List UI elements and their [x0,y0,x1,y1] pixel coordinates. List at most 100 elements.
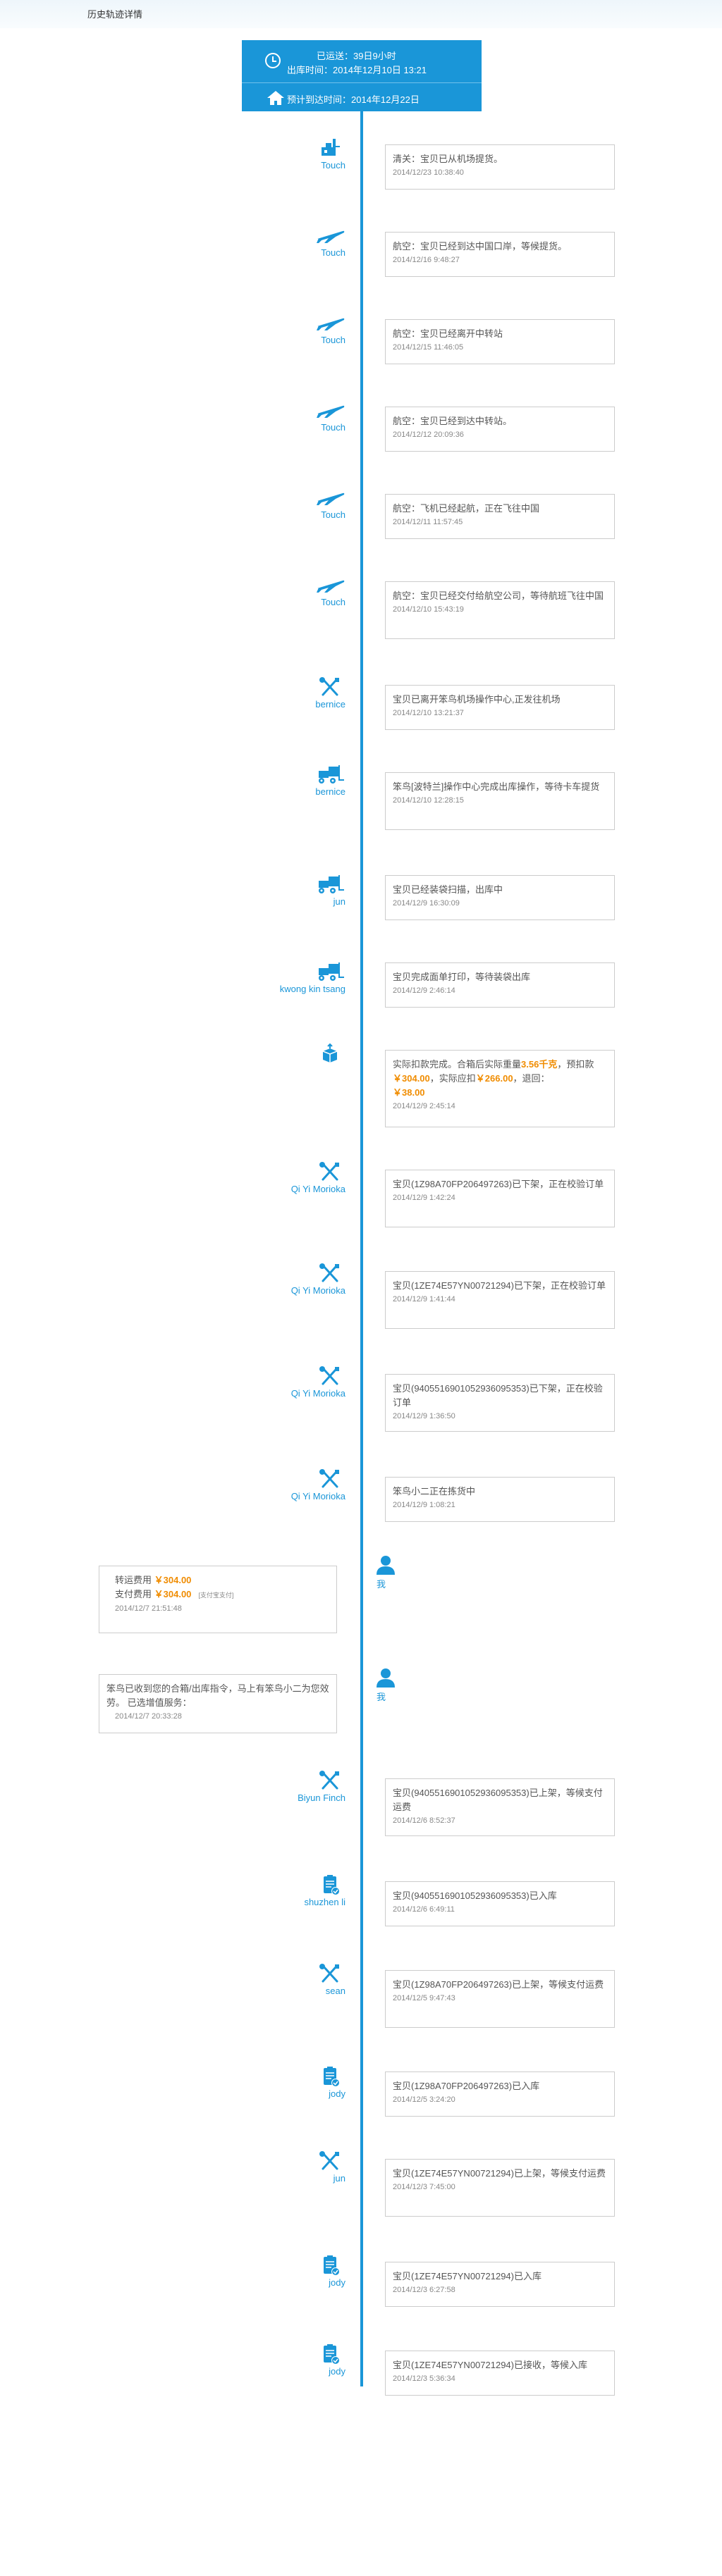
event-operator: Touch [321,247,345,258]
tools-icon [314,1366,345,1387]
clock-icon [265,53,281,68]
event-time: 2014/12/3 5:36:34 [393,2374,455,2383]
clipboard-check-icon [314,2343,345,2365]
event-time: 2014/12/10 13:21:37 [393,709,464,717]
forklift-icon [314,961,345,982]
event-text: 宝贝(1ZE74E57YN00721294)已入库 [393,2271,542,2281]
event-operator: kwong kin tsang [279,984,345,994]
event-text: 航空：飞机已经起航，正在飞往中国 [393,503,540,514]
event-text: 航空：宝贝已经到达中转站。 [393,416,513,426]
event-card: 宝贝(9405516901052936095353)已入库 2014/12/6 6… [385,1881,615,1926]
event-operator: Touch [321,335,345,345]
event-operator: jody [329,2088,345,2099]
event-text: 实际扣款完成。合箱后实际重量3.56千克，预扣款 ￥304.00，实际应扣￥266… [393,1058,607,1100]
clipboard-check-icon [314,1874,345,1895]
event-time: 2014/12/11 11:57:45 [393,518,463,526]
event-text: 笨鸟小二正在拣货中 [393,1486,476,1497]
event-card: 航空：宝贝已经离开中转站 2014/12/15 11:46:05 [385,319,615,364]
event-operator: sean [325,1986,345,1996]
user-icon [375,1554,406,1575]
event-card: 航空：宝贝已经交付给航空公司，等待航班飞往中国 2014/12/10 15:43:… [385,581,615,639]
event-operator: bernice [315,786,345,797]
shipment-summary: 已运送：39日9小时 出库时间：2014年12月10日 13:21 预计到达时间… [242,40,482,111]
event-time: 2014/12/9 2:45:14 [393,1102,455,1110]
event-operator: Touch [321,597,345,607]
event-card: 笨鸟[波特兰]操作中心完成出库操作，等待卡车提货 2014/12/10 12:28… [385,772,615,830]
event-card: 宝贝(1Z98A70FP206497263)已上架，等候支付运费 2014/12/… [385,1970,615,2028]
shipped-duration: 已运送：39日9小时 [317,51,396,61]
tools-icon [314,1963,345,1984]
event-operator: Touch [321,160,345,171]
event-card: 宝贝(1ZE74E57YN00721294)已上架，等候支付运费 2014/12/… [385,2159,615,2217]
customs-stamp-icon [314,137,345,159]
tools-icon [314,2150,345,2172]
event-text: 笨鸟[波特兰]操作中心完成出库操作，等待卡车提货 [393,781,600,792]
payment-method-note: [支付宝支付] [198,1592,234,1599]
event-time: 2014/12/5 9:47:43 [393,1994,455,2002]
event-card: 宝贝(9405516901052936095353)已上架，等候支付运费 2014… [385,1778,615,1836]
event-card: 宝贝完成面单打印，等待装袋出库 2014/12/9 2:46:14 [385,962,615,1008]
event-text: 宝贝(9405516901052936095353)已上架，等候支付运费 [393,1788,603,1812]
event-operator: Qi Yi Morioka [290,1491,345,1501]
event-time: 2014/12/9 1:36:50 [393,1412,455,1420]
event-time: 2014/12/10 15:43:19 [393,605,464,614]
event-operator: 我 [377,1579,386,1590]
tools-icon [314,676,345,698]
page-title: 历史轨迹详情 [87,9,143,20]
event-card: 宝贝(9405516901052936095353)已下架，正在校验订单 2014… [385,1374,615,1432]
payment-fee-row: 支付费用 ￥304.00 [支付宝支付] [106,1587,329,1602]
event-operator: bernice [315,699,345,710]
refund-amount: ￥38.00 [393,1087,425,1098]
event-time: 2014/12/9 1:08:21 [393,1501,455,1509]
event-text: 宝贝(1Z98A70FP206497263)已上架，等候支付运费 [393,1979,604,1990]
event-time: 2014/12/6 6:49:11 [393,1905,455,1914]
event-text: 宝贝(1ZE74E57YN00721294)已下架，正在校验订单 [393,1280,606,1291]
clipboard-check-icon [314,2066,345,2087]
airplane-icon [314,574,345,595]
event-card: 实际扣款完成。合箱后实际重量3.56千克，预扣款 ￥304.00，实际应扣￥266… [385,1050,615,1127]
event-time: 2014/12/12 20:09:36 [393,431,464,439]
event-time: 2014/12/16 9:48:27 [393,256,460,264]
event-text: 宝贝(1Z98A70FP206497263)已下架，正在校验订单 [393,1179,604,1189]
prepaid-amount: ￥304.00 [393,1073,430,1084]
event-time: 2014/12/9 1:42:24 [393,1194,455,1202]
home-icon [267,91,284,105]
event-text: 宝贝完成面单打印，等待装袋出库 [393,972,531,982]
shipping-fee-value: ￥304.00 [154,1575,192,1585]
event-time: 2014/12/3 6:27:58 [393,2286,455,2294]
event-time: 2014/12/6 8:52:37 [393,1816,455,1825]
weigh-text-3: ，实际应扣 [429,1073,476,1084]
airplane-icon [314,487,345,508]
payment-fee-value: ￥304.00 [154,1589,192,1599]
event-text: 笨鸟已收到您的合箱/出库指令，马上有笨鸟小二为您效劳。 已选增值服务： [106,1683,329,1708]
event-text: 宝贝(1ZE74E57YN00721294)已上架，等候支付运费 [393,2168,606,2179]
actual-charge: ￥266.00 [475,1073,513,1084]
event-time: 2014/12/23 10:38:40 [393,168,464,177]
event-operator: 我 [377,1692,386,1702]
event-card: 宝贝已离开笨鸟机场操作中心,正发往机场 2014/12/10 13:21:37 [385,685,615,730]
event-text: 宝贝已离开笨鸟机场操作中心,正发往机场 [393,694,561,705]
timeline-line [360,111,363,2386]
event-card: 宝贝(1ZE74E57YN00721294)已入库 2014/12/3 6:27:… [385,2262,615,2307]
event-text: 宝贝已经装袋扫描，出库中 [393,884,503,895]
event-time: 2014/12/5 3:24:20 [393,2095,455,2104]
event-operator: shuzhen li [304,1897,345,1907]
event-card: 转运费用 ￥304.00 支付费用 ￥304.00 [支付宝支付] 2014/12… [99,1566,337,1633]
event-operator: Touch [321,509,345,520]
event-card: 航空：宝贝已经到达中转站。 2014/12/12 20:09:36 [385,407,615,452]
event-card: 宝贝(1ZE74E57YN00721294)已下架，正在校验订单 2014/12/… [385,1271,615,1329]
event-operator: jody [329,2277,345,2288]
forklift-icon [314,874,345,895]
event-time: 2014/12/9 1:41:44 [393,1295,455,1304]
tools-icon [314,1161,345,1182]
summary-top: 已运送：39日9小时 出库时间：2014年12月10日 13:21 [242,40,482,83]
weigh-text-1: 实际扣款完成。合箱后实际重量 [393,1059,522,1070]
event-operator: jun [333,896,345,907]
event-operator: jody [329,2366,345,2377]
event-time: 2014/12/9 2:46:14 [393,986,455,995]
tools-icon [314,1263,345,1284]
event-operator: Qi Yi Morioka [290,1388,345,1399]
airplane-icon [314,225,345,246]
event-operator: Qi Yi Morioka [290,1285,345,1296]
payment-fee-label: 支付费用 [115,1589,152,1599]
